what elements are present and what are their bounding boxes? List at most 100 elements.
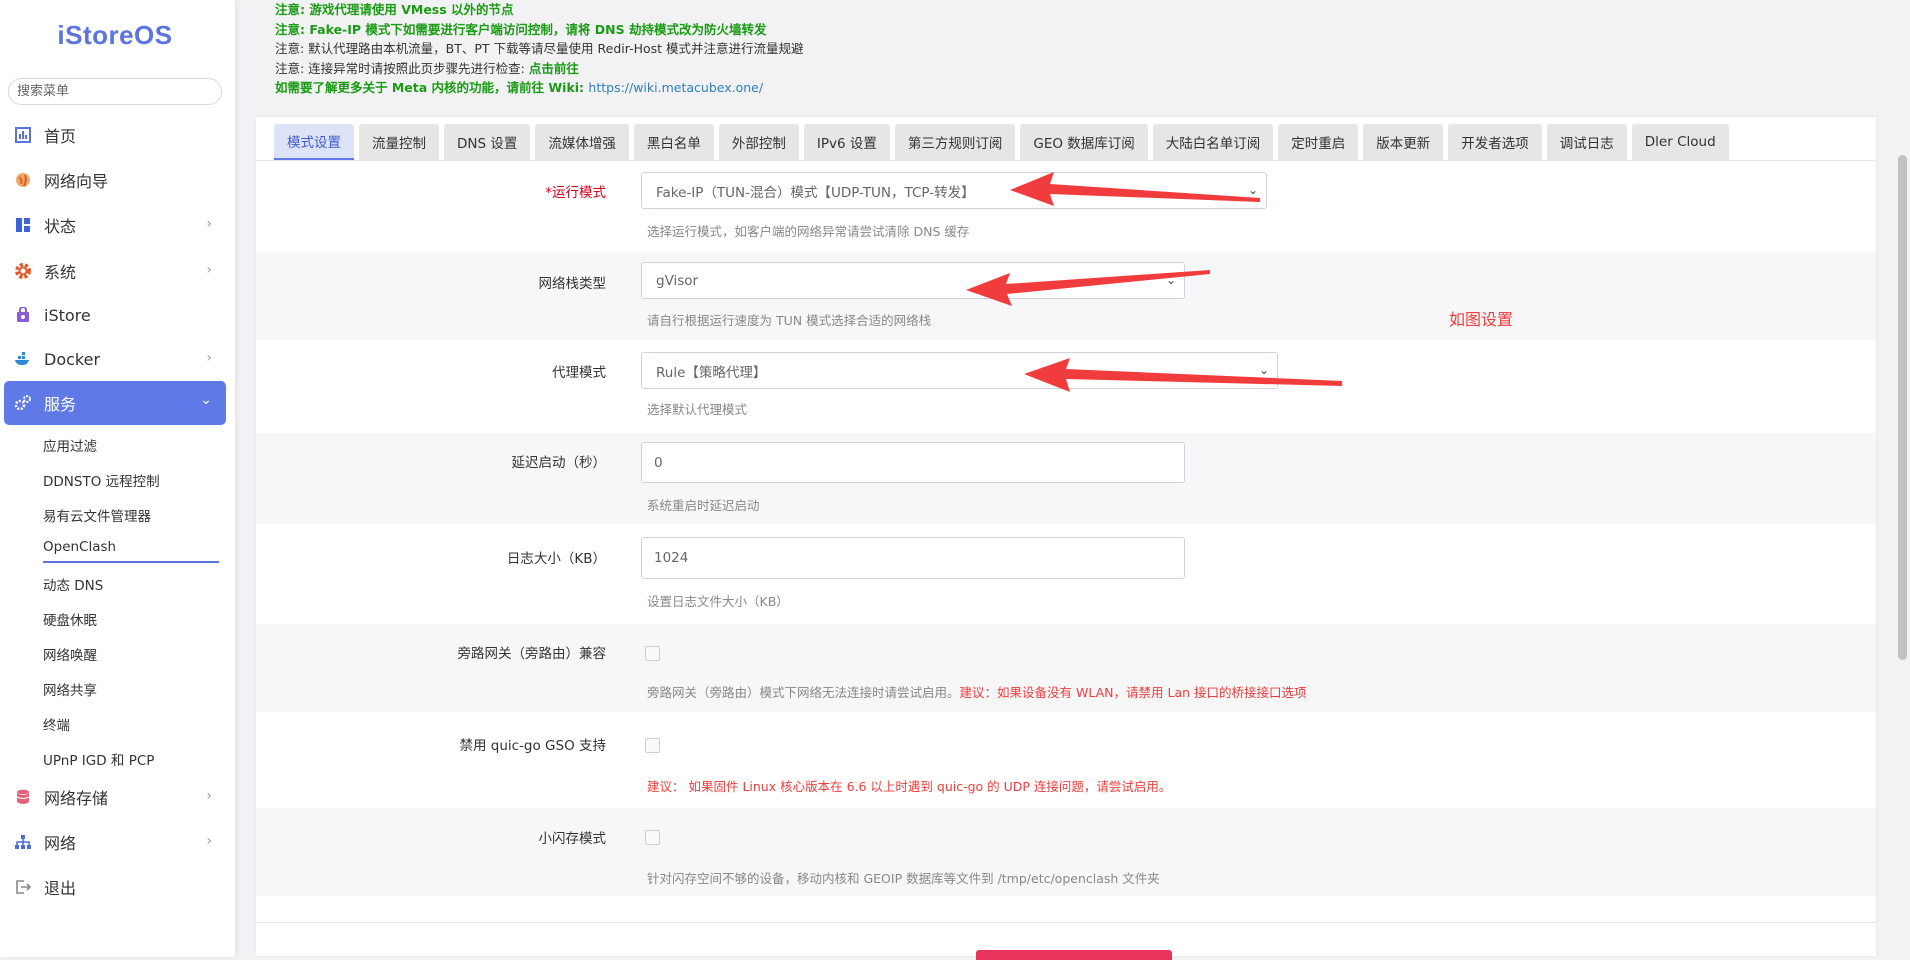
nav-item-istore[interactable]: iStore xyxy=(4,293,226,337)
run-mode-label: *运行模式 xyxy=(545,185,606,201)
nav-item-network[interactable]: 网络 › xyxy=(4,820,226,864)
bypass-gateway-checkbox[interactable] xyxy=(645,646,660,661)
nav-item-label: 网络存储 xyxy=(44,789,109,808)
small-flash-checkbox[interactable] xyxy=(645,830,660,845)
globe-icon xyxy=(14,171,32,189)
sub-item-file-manager[interactable]: 易有云文件管理器 xyxy=(43,505,151,525)
delay-start-value: 0 xyxy=(654,454,663,471)
tab-debug-log[interactable]: 调试日志 xyxy=(1546,124,1627,160)
nav-item-label: 系统 xyxy=(44,263,77,282)
chevron-down-icon: ⌄ xyxy=(200,392,212,408)
sub-item-network-share[interactable]: 网络共享 xyxy=(43,679,97,699)
nav-item-label: 状态 xyxy=(44,217,77,236)
nav-item-system[interactable]: 系统 › xyxy=(4,249,226,293)
dashboard-icon xyxy=(14,126,32,144)
sub-item-wol[interactable]: 网络唤醒 xyxy=(43,644,97,664)
log-size-label: 日志大小（KB） xyxy=(506,551,606,567)
delay-start-label: 延迟启动（秒） xyxy=(511,455,607,471)
sub-item-upnp[interactable]: UPnP IGD 和 PCP xyxy=(43,749,154,769)
sub-item-openclash[interactable]: OpenClash xyxy=(43,539,219,563)
nav-item-docker[interactable]: Docker › xyxy=(4,337,226,381)
run-mode-value: Fake-IP（TUN-混合）模式【UDP-TUN，TCP-转发】 xyxy=(656,184,975,201)
tab-dns-settings[interactable]: DNS 设置 xyxy=(444,124,531,160)
notice-line: 注意: Fake-IP 模式下如需要进行客户端访问控制，请将 DNS 劫持模式改… xyxy=(275,21,767,37)
notice-text: 注意: 连接异常时请按照此页步骤先进行检查: xyxy=(275,60,529,76)
tab-blacklist-whitelist[interactable]: 黑白名单 xyxy=(633,124,714,160)
nav-item-network-wizard[interactable]: 网络向导 xyxy=(4,158,226,202)
network-icon xyxy=(14,833,32,851)
row-bypass-gateway: 旁路网关（旁路由）兼容 旁路网关（旁路由）模式下网络无法连接时请尝试启用。建议：… xyxy=(256,624,1876,712)
delay-start-input[interactable]: 0 xyxy=(641,442,1185,483)
notice-block: 注意: 游戏代理请使用 VMess 以外的节点 注意: Fake-IP 模式下如… xyxy=(275,0,804,98)
form-divider xyxy=(256,922,1876,923)
quic-gso-label: 禁用 quic-go GSO 支持 xyxy=(459,738,606,754)
tab-streaming[interactable]: 流媒体增强 xyxy=(535,124,629,160)
tab-scheduled-restart[interactable]: 定时重启 xyxy=(1278,124,1359,160)
nav-item-logout[interactable]: 退出 xyxy=(4,865,226,909)
nav-item-label: 退出 xyxy=(44,879,77,898)
notice-text: 如需要了解更多关于 Meta 内核的功能，请前往 Wiki: xyxy=(275,80,589,95)
menu-search-input[interactable] xyxy=(8,78,222,105)
notice-line: 注意: 连接异常时请按照此页步骤先进行检查: 点击前往 xyxy=(275,59,804,79)
small-flash-desc: 针对闪存空间不够的设备，移动内核和 GEOIP 数据库等文件到 /tmp/etc… xyxy=(647,871,1160,886)
proxy-mode-value: Rule【策略代理】 xyxy=(656,364,767,381)
settings-tabs: 模式设置 流量控制 DNS 设置 流媒体增强 黑白名单 外部控制 IPv6 设置… xyxy=(274,124,1729,160)
run-mode-desc: 选择运行模式，如客户端的网络异常请尝试清除 DNS 缓存 xyxy=(647,224,970,239)
bypass-gateway-desc-text: 旁路网关（旁路由）模式下网络无法连接时请尝试启用。 xyxy=(647,685,960,700)
sub-item-ddnsto[interactable]: DDNSTO 远程控制 xyxy=(43,470,160,490)
sub-item-ddns[interactable]: 动态 DNS xyxy=(43,574,103,594)
chevron-right-icon: › xyxy=(206,833,212,849)
nav-item-services[interactable]: 服务 ⌄ xyxy=(4,381,226,425)
stack-type-desc: 请自行根据运行速度为 TUN 模式选择合适的网络栈 xyxy=(647,313,932,328)
stack-type-label: 网络栈类型 xyxy=(538,276,607,292)
bypass-gateway-desc: 旁路网关（旁路由）模式下网络无法连接时请尝试启用。建议：如果设备没有 WLAN，… xyxy=(647,682,1307,701)
services-icon xyxy=(14,394,32,412)
row-delay-start: 延迟启动（秒） 0 系统重启时延迟启动 xyxy=(256,433,1876,524)
annotation-arrow xyxy=(1024,358,1342,392)
annotation-note: 如图设置 xyxy=(1449,310,1514,329)
database-icon xyxy=(14,788,32,806)
tab-external-control[interactable]: 外部控制 xyxy=(718,124,799,160)
nav-item-home[interactable]: 首页 xyxy=(4,113,226,157)
chevron-right-icon: › xyxy=(206,350,212,366)
tab-third-party-rules[interactable]: 第三方规则订阅 xyxy=(894,124,1016,160)
logout-icon xyxy=(14,878,32,896)
app-logo[interactable]: iStoreOS xyxy=(0,20,230,51)
bypass-gateway-warning: 建议：如果设备没有 WLAN，请禁用 Lan 接口的桥接接口选项 xyxy=(959,685,1307,700)
nav-item-status[interactable]: 状态 › xyxy=(4,203,226,247)
stack-type-value: gVisor xyxy=(656,272,699,289)
save-apply-button[interactable] xyxy=(976,950,1172,960)
chevron-right-icon: › xyxy=(206,216,212,232)
log-size-input[interactable]: 1024 xyxy=(641,537,1185,579)
gear-icon xyxy=(14,262,32,280)
wiki-link[interactable]: https://wiki.metacubex.one/ xyxy=(588,80,763,95)
sub-item-disk-sleep[interactable]: 硬盘休眠 xyxy=(43,609,97,629)
page-scrollbar[interactable] xyxy=(1898,155,1907,660)
nav-item-label: iStore xyxy=(44,305,91,325)
quic-gso-checkbox[interactable] xyxy=(645,738,660,753)
notice-line: 注意: 默认代理路由本机流量，BT、PT 下载等请尽量使用 Redir-Host… xyxy=(275,41,804,56)
tab-ipv6-settings[interactable]: IPv6 设置 xyxy=(803,124,890,160)
log-size-desc: 设置日志文件大小（KB） xyxy=(647,594,789,609)
tab-dler-cloud[interactable]: Dler Cloud xyxy=(1631,124,1729,160)
nav-item-label: 服务 xyxy=(44,395,77,414)
tab-geo-database[interactable]: GEO 数据库订阅 xyxy=(1020,124,1148,160)
sidebar: iStoreOS 首页 网络向导 状态 › 系统 › iStore Docker… xyxy=(0,0,235,957)
sub-item-terminal[interactable]: 终端 xyxy=(43,714,70,734)
nav-item-network-storage[interactable]: 网络存储 › xyxy=(4,775,226,819)
row-log-size: 日志大小（KB） 1024 设置日志文件大小（KB） xyxy=(256,524,1876,624)
annotation-arrow xyxy=(1010,172,1260,206)
tab-developer-options[interactable]: 开发者选项 xyxy=(1448,124,1542,160)
nav-item-label: 网络 xyxy=(44,834,77,853)
store-icon xyxy=(14,306,32,324)
notice-line: 注意: 游戏代理请使用 VMess 以外的节点 xyxy=(275,2,514,17)
tab-traffic-control[interactable]: 流量控制 xyxy=(359,124,439,160)
annotation-arrow xyxy=(966,270,1210,306)
tab-mode-settings[interactable]: 模式设置 xyxy=(274,124,354,160)
sub-item-app-filter[interactable]: 应用过滤 xyxy=(43,435,97,455)
chevron-right-icon: › xyxy=(206,788,212,804)
proxy-mode-label: 代理模式 xyxy=(552,365,606,381)
tab-version-update[interactable]: 版本更新 xyxy=(1363,124,1444,160)
check-guide-link[interactable]: 点击前往 xyxy=(529,61,579,76)
tab-china-whitelist[interactable]: 大陆白名单订阅 xyxy=(1152,124,1274,160)
